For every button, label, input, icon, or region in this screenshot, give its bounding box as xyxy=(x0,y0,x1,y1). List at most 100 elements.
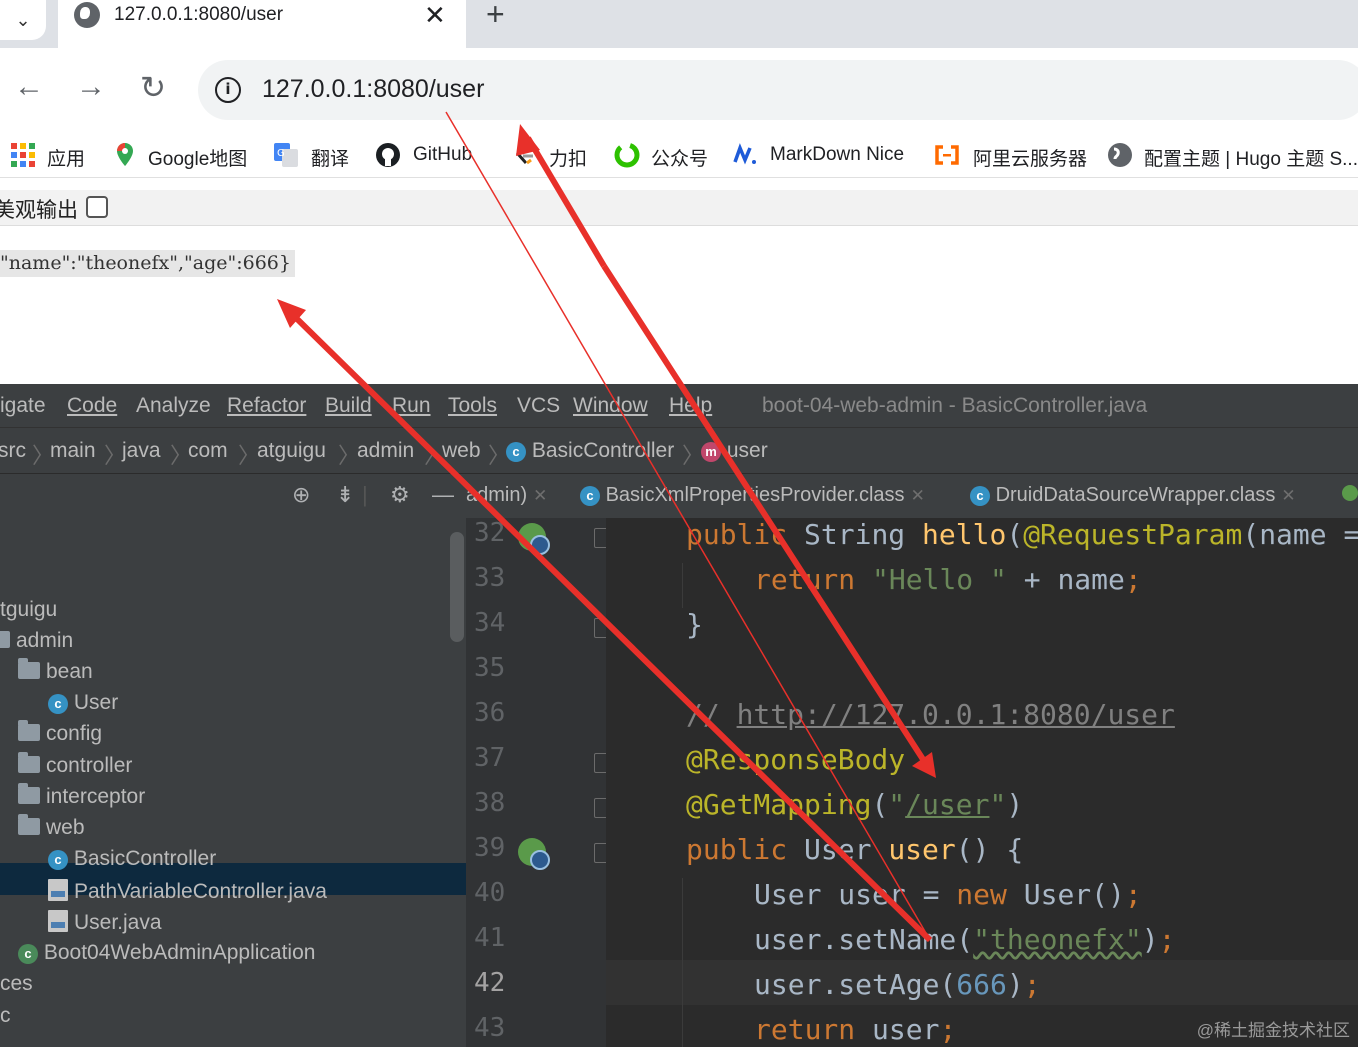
comment-url-link[interactable]: http://127.0.0.1:8080/user xyxy=(737,698,1175,731)
close-tab-icon[interactable]: ✕ xyxy=(911,486,925,505)
line-number: 33 xyxy=(474,563,506,593)
tree-item-user-class[interactable]: c User xyxy=(48,691,118,715)
hide-panel-icon[interactable]: — xyxy=(432,482,454,508)
project-scrollbar[interactable] xyxy=(450,532,464,642)
window-title: boot-04-web-admin - BasicController.java xyxy=(762,394,1148,417)
tab-search-chevron-icon[interactable]: ⌄ xyxy=(0,0,46,40)
locate-target-icon[interactable]: ⊕ xyxy=(292,482,310,508)
crumb-admin[interactable]: admin xyxy=(357,439,414,463)
spring-boot-class-icon: c xyxy=(18,944,38,964)
tree-item-interceptor[interactable]: interceptor xyxy=(18,783,145,809)
address-bar[interactable]: i 127.0.0.1:8080/user xyxy=(198,60,1358,120)
java-file-icon xyxy=(48,910,68,932)
tree-item-c[interactable]: c xyxy=(0,1004,11,1028)
mapping-path-link[interactable]: /user xyxy=(905,788,989,821)
tree-item-web[interactable]: web xyxy=(18,814,85,840)
markdown-nice-icon[interactable] xyxy=(732,142,758,168)
method-icon: m xyxy=(701,442,721,462)
globe-icon[interactable] xyxy=(1107,142,1133,168)
breadcrumb: src 〉 main 〉 java 〉 com 〉 atguigu 〉 admi… xyxy=(0,428,1358,474)
close-tab-icon[interactable]: ✕ xyxy=(1281,486,1295,505)
bookmark-markdown-nice[interactable]: MarkDown Nice xyxy=(770,144,904,166)
code-editor[interactable]: public String hello(@RequestParam(name =… xyxy=(606,518,1358,1047)
line-number: 37 xyxy=(474,743,506,773)
leetcode-icon[interactable] xyxy=(512,142,538,168)
spring-request-mapping-icon[interactable] xyxy=(518,838,550,870)
bookmark-wechat[interactable]: 公众号 xyxy=(651,144,708,171)
menu-code[interactable]: Code xyxy=(67,394,117,418)
crumb-web[interactable]: web xyxy=(442,439,481,463)
tree-item-admin[interactable]: admin xyxy=(0,629,73,653)
aliyun-icon[interactable] xyxy=(934,142,960,168)
tree-item-resources[interactable]: ces xyxy=(0,972,33,996)
browser-toolbar: ← → ↻ i 127.0.0.1:8080/user xyxy=(0,48,1358,132)
bookmark-apps[interactable]: 应用 xyxy=(47,144,85,171)
back-arrow-icon[interactable]: ← xyxy=(14,70,44,104)
menu-analyze[interactable]: Analyze xyxy=(136,394,211,418)
bookmark-leetcode[interactable]: 力扣 xyxy=(549,144,587,171)
menu-window[interactable]: Window xyxy=(573,394,648,418)
crumb-src[interactable]: src xyxy=(0,439,26,463)
gear-icon[interactable]: ⚙ xyxy=(390,482,410,508)
menu-run[interactable]: Run xyxy=(392,394,431,418)
wechat-official-icon[interactable] xyxy=(614,142,640,168)
pretty-print-checkbox[interactable] xyxy=(86,196,108,218)
bookmark-hugo-theme[interactable]: 配置主题 | Hugo 主题 S... xyxy=(1144,144,1358,171)
class-icon: c xyxy=(48,694,68,714)
spring-tab-icon[interactable] xyxy=(1340,474,1358,518)
tree-item-bean[interactable]: bean xyxy=(18,658,93,684)
code-line-38: @GetMapping("/user") xyxy=(686,788,1024,821)
bookmark-google-maps[interactable]: Google地图 xyxy=(148,144,247,171)
tree-item-config[interactable]: config xyxy=(18,720,102,746)
tab-close-icon[interactable]: ✕ xyxy=(424,0,446,31)
close-tab-icon[interactable]: ✕ xyxy=(533,486,547,505)
collapse-all-icon[interactable]: ⇟ xyxy=(336,482,354,508)
url-text[interactable]: 127.0.0.1:8080/user xyxy=(262,75,484,104)
tree-item-path-variable-controller[interactable]: PathVariableController.java xyxy=(48,879,327,904)
tree-item-boot-application[interactable]: c Boot04WebAdminApplication xyxy=(18,941,315,965)
folder-icon xyxy=(0,631,10,648)
menu-build[interactable]: Build xyxy=(325,394,372,418)
menu-tools[interactable]: Tools xyxy=(448,394,497,418)
tab-admin[interactable]: admin) ✕ xyxy=(466,474,568,518)
site-info-icon[interactable]: i xyxy=(215,77,241,103)
menu-navigate[interactable]: igate xyxy=(0,394,46,418)
line-number: 36 xyxy=(474,698,506,728)
tree-item-basic-controller[interactable]: c BasicController xyxy=(48,847,216,871)
menu-vcs[interactable]: VCS xyxy=(517,394,560,418)
svg-text:G: G xyxy=(277,148,285,159)
tree-item-user-java[interactable]: User.java xyxy=(48,910,162,935)
reload-icon[interactable]: ↻ xyxy=(140,70,166,106)
google-translate-icon[interactable]: G xyxy=(273,142,299,168)
spring-request-mapping-icon[interactable] xyxy=(518,523,550,555)
class-icon: c xyxy=(506,442,526,462)
bookmark-aliyun[interactable]: 阿里云服务器 xyxy=(973,144,1087,171)
intellij-window: igate Code Analyze Refactor Build Run To… xyxy=(0,384,1358,1047)
browser-tab[interactable]: 127.0.0.1:8080/user ✕ xyxy=(58,0,466,48)
line-number: 41 xyxy=(474,923,506,953)
folder-icon xyxy=(18,814,40,835)
crumb-method-user[interactable]: m user xyxy=(701,439,768,463)
crumb-basic-controller[interactable]: c BasicController xyxy=(506,439,674,463)
forward-arrow-icon[interactable]: → xyxy=(76,70,106,104)
tab-strip: ⌄ 127.0.0.1:8080/user ✕ + xyxy=(0,0,1358,48)
folder-icon xyxy=(18,783,40,804)
indent-guide xyxy=(682,878,683,1047)
crumb-main[interactable]: main xyxy=(50,439,96,463)
menu-refactor[interactable]: Refactor xyxy=(227,394,306,418)
new-tab-icon[interactable]: + xyxy=(486,0,505,33)
crumb-java[interactable]: java xyxy=(122,439,161,463)
tree-item-atguigu[interactable]: tguigu xyxy=(0,598,57,622)
tab-druid-datasource-wrapper[interactable]: c DruidDataSourceWrapper.class ✕ xyxy=(960,474,1340,518)
code-line-34: } xyxy=(686,608,703,641)
github-icon[interactable] xyxy=(375,142,401,168)
tab-basic-xml-properties-provider[interactable]: c BasicXmlPropertiesProvider.class ✕ xyxy=(570,474,954,518)
crumb-atguigu[interactable]: atguigu xyxy=(257,439,326,463)
bookmark-translate[interactable]: 翻译 xyxy=(311,144,349,171)
crumb-com[interactable]: com xyxy=(188,439,228,463)
tree-item-controller[interactable]: controller xyxy=(18,752,132,778)
menu-help[interactable]: Help xyxy=(669,394,712,418)
apps-grid-icon[interactable] xyxy=(10,142,36,168)
google-maps-icon[interactable] xyxy=(112,142,138,168)
bookmark-github[interactable]: GitHub xyxy=(413,144,472,166)
